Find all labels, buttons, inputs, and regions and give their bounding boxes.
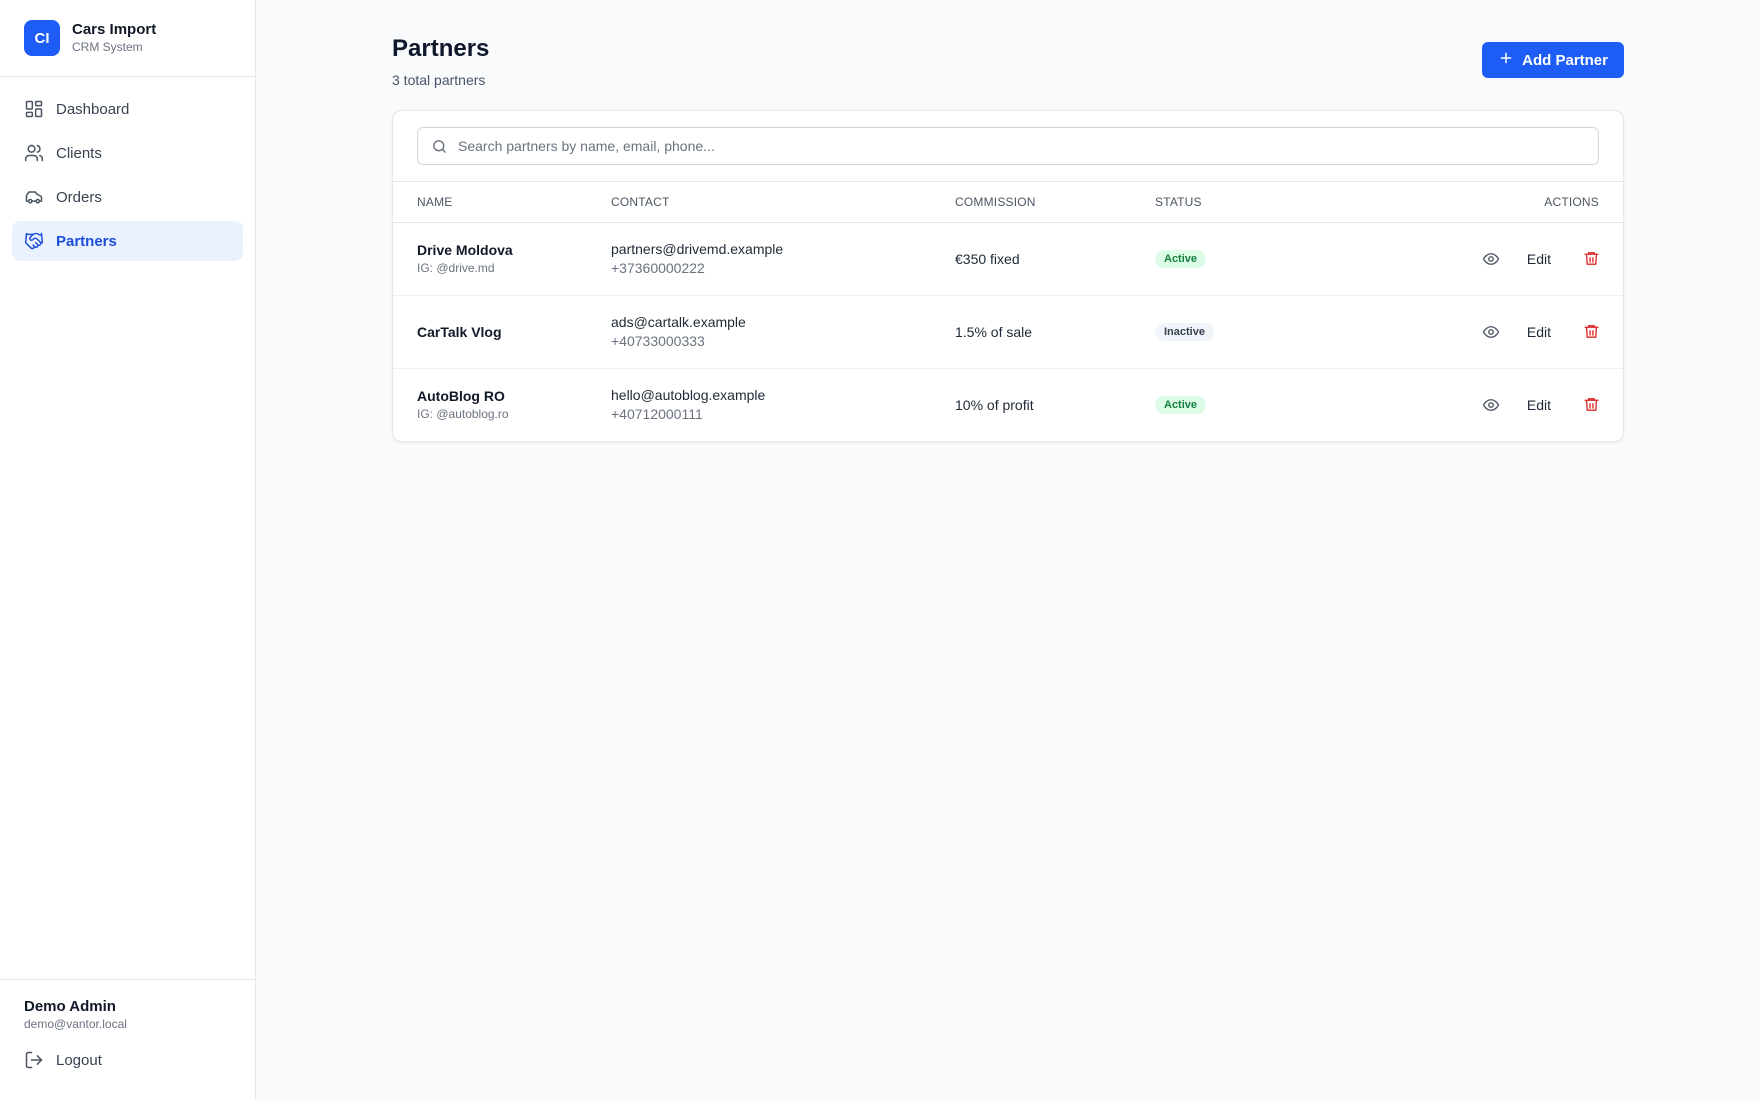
- sidebar-item-label: Partners: [56, 232, 117, 250]
- partner-phone: +40733000333: [611, 333, 705, 349]
- sidebar-item-label: Dashboard: [56, 100, 130, 118]
- column-header-status: Status: [1155, 182, 1375, 223]
- logout-button[interactable]: Logout: [24, 1050, 231, 1070]
- column-header-actions: Actions: [1375, 182, 1623, 223]
- sidebar-nav: Dashboard Clients Orders Partners: [0, 77, 255, 277]
- partner-instagram: IG: @drive.md: [417, 261, 495, 275]
- search-box: [417, 127, 1599, 165]
- car-icon: [24, 187, 44, 207]
- status-badge: Active: [1155, 396, 1207, 415]
- search-input[interactable]: [458, 138, 1598, 154]
- table-row: CarTalk Vlog ads@cartalk.example +407330…: [393, 295, 1623, 369]
- edit-button[interactable]: Edit: [1523, 245, 1555, 273]
- delete-button[interactable]: [1575, 316, 1607, 348]
- status-badge: Active: [1155, 250, 1207, 268]
- eye-icon: [1482, 325, 1500, 338]
- user-name: Demo Admin: [24, 998, 116, 1015]
- delete-button[interactable]: [1575, 243, 1607, 275]
- sidebar-item-clients[interactable]: Clients: [12, 133, 243, 173]
- user-panel: Demo Admin demo@vantor.local Logout: [0, 979, 255, 1100]
- view-button[interactable]: [1475, 389, 1507, 421]
- page-title: Partners: [392, 35, 490, 62]
- edit-button[interactable]: Edit: [1523, 391, 1555, 419]
- add-partner-label: Add Partner: [1522, 51, 1608, 69]
- user-email: demo@vantor.local: [24, 1017, 127, 1031]
- partner-email: partners@drivemd.example: [611, 241, 784, 257]
- users-icon: [24, 143, 44, 163]
- table-row: AutoBlog RO IG: @autoblog.ro hello@autob…: [393, 368, 1623, 441]
- partner-commission: €350 fixed: [955, 250, 1020, 267]
- logout-label: Logout: [56, 1051, 102, 1069]
- eye-icon: [1482, 252, 1500, 265]
- search-icon: [430, 137, 448, 155]
- main-content: Partners 3 total partners Add Partner Na…: [392, 0, 1624, 442]
- table-row: Drive Moldova IG: @drive.md partners@dri…: [393, 222, 1623, 296]
- partner-phone: +40712000111: [611, 406, 703, 423]
- sidebar-item-label: Clients: [56, 144, 102, 162]
- partners-table: Name Contact Commission Status Actions D…: [393, 182, 1623, 441]
- partner-name: AutoBlog RO: [417, 388, 505, 405]
- sidebar-item-partners[interactable]: Partners: [12, 221, 243, 261]
- partner-commission: 10% of profit: [955, 396, 1034, 413]
- partner-email: ads@cartalk.example: [611, 314, 746, 330]
- view-button[interactable]: [1475, 316, 1507, 348]
- view-button[interactable]: [1475, 243, 1507, 275]
- logout-icon: [24, 1050, 44, 1070]
- trash-icon: [1583, 252, 1599, 265]
- plus-icon: [1498, 50, 1514, 70]
- partner-name: Drive Moldova: [417, 242, 513, 258]
- sidebar-item-dashboard[interactable]: Dashboard: [12, 89, 243, 129]
- column-header-name: Name: [393, 182, 611, 223]
- column-header-commission: Commission: [955, 182, 1155, 223]
- search-bar: [393, 111, 1623, 182]
- eye-icon: [1482, 398, 1500, 411]
- column-header-contact: Contact: [611, 182, 955, 223]
- delete-button[interactable]: [1575, 389, 1607, 421]
- page-subtitle: 3 total partners: [392, 72, 486, 88]
- sidebar-item-label: Orders: [56, 188, 102, 206]
- brand: CI Cars Import CRM System: [0, 0, 255, 77]
- trash-icon: [1583, 325, 1599, 338]
- partners-card: Name Contact Commission Status Actions D…: [392, 110, 1624, 442]
- dashboard-icon: [24, 99, 44, 119]
- partner-instagram: IG: @autoblog.ro: [417, 407, 509, 422]
- trash-icon: [1583, 398, 1599, 412]
- page-header: Partners 3 total partners Add Partner: [392, 0, 1624, 88]
- partner-commission: 1.5% of sale: [955, 323, 1033, 340]
- table-header-row: Name Contact Commission Status Actions: [393, 182, 1623, 223]
- partner-name: CarTalk Vlog: [417, 323, 502, 340]
- status-badge: Inactive: [1155, 323, 1214, 341]
- brand-logo: CI: [24, 20, 60, 56]
- add-partner-button[interactable]: Add Partner: [1482, 42, 1624, 78]
- edit-button[interactable]: Edit: [1523, 318, 1555, 346]
- brand-title: Cars Import: [72, 21, 157, 38]
- partner-phone: +37360000222: [611, 260, 705, 276]
- handshake-icon: [24, 231, 44, 251]
- partner-email: hello@autoblog.example: [611, 387, 766, 404]
- sidebar: CI Cars Import CRM System Dashboard Clie…: [0, 0, 256, 1100]
- brand-subtitle: CRM System: [72, 40, 143, 54]
- sidebar-item-orders[interactable]: Orders: [12, 177, 243, 217]
